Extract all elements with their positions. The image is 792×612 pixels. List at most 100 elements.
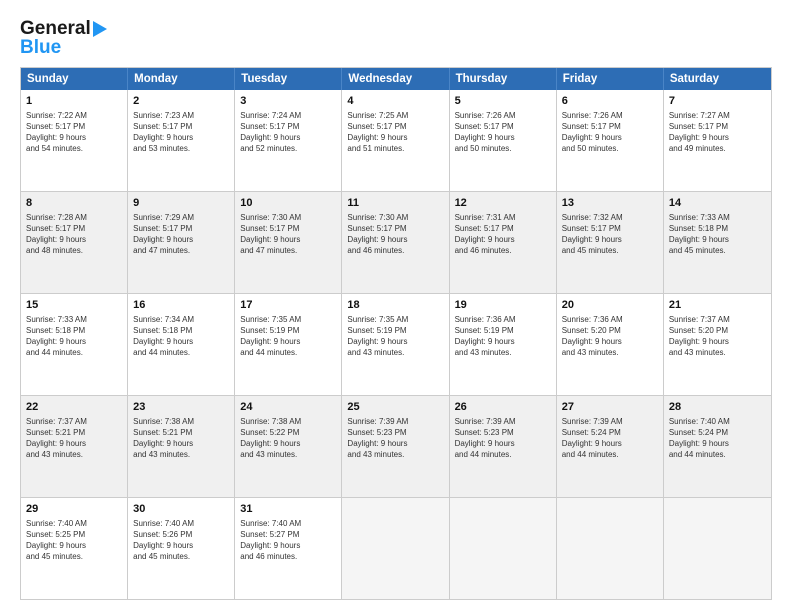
header-day-monday: Monday bbox=[128, 68, 235, 90]
day-info: Sunrise: 7:30 AM Sunset: 5:17 PM Dayligh… bbox=[347, 212, 443, 257]
day-info: Sunrise: 7:37 AM Sunset: 5:20 PM Dayligh… bbox=[669, 314, 766, 359]
day-info: Sunrise: 7:38 AM Sunset: 5:22 PM Dayligh… bbox=[240, 416, 336, 461]
day-number: 22 bbox=[26, 400, 122, 415]
week-row-3: 15Sunrise: 7:33 AM Sunset: 5:18 PM Dayli… bbox=[21, 294, 771, 396]
day-cell-7: 7Sunrise: 7:27 AM Sunset: 5:17 PM Daylig… bbox=[664, 90, 771, 191]
day-cell-3: 3Sunrise: 7:24 AM Sunset: 5:17 PM Daylig… bbox=[235, 90, 342, 191]
day-cell-19: 19Sunrise: 7:36 AM Sunset: 5:19 PM Dayli… bbox=[450, 294, 557, 395]
day-info: Sunrise: 7:40 AM Sunset: 5:26 PM Dayligh… bbox=[133, 518, 229, 563]
day-number: 25 bbox=[347, 400, 443, 415]
day-info: Sunrise: 7:31 AM Sunset: 5:17 PM Dayligh… bbox=[455, 212, 551, 257]
day-info: Sunrise: 7:32 AM Sunset: 5:17 PM Dayligh… bbox=[562, 212, 658, 257]
day-info: Sunrise: 7:36 AM Sunset: 5:20 PM Dayligh… bbox=[562, 314, 658, 359]
day-number: 9 bbox=[133, 196, 229, 211]
day-number: 26 bbox=[455, 400, 551, 415]
day-number: 12 bbox=[455, 196, 551, 211]
day-info: Sunrise: 7:26 AM Sunset: 5:17 PM Dayligh… bbox=[455, 110, 551, 155]
day-number: 17 bbox=[240, 298, 336, 313]
header-day-saturday: Saturday bbox=[664, 68, 771, 90]
calendar-header: SundayMondayTuesdayWednesdayThursdayFrid… bbox=[21, 68, 771, 90]
day-cell-12: 12Sunrise: 7:31 AM Sunset: 5:17 PM Dayli… bbox=[450, 192, 557, 293]
day-number: 23 bbox=[133, 400, 229, 415]
day-info: Sunrise: 7:29 AM Sunset: 5:17 PM Dayligh… bbox=[133, 212, 229, 257]
day-number: 27 bbox=[562, 400, 658, 415]
day-cell-29: 29Sunrise: 7:40 AM Sunset: 5:25 PM Dayli… bbox=[21, 498, 128, 599]
day-number: 3 bbox=[240, 94, 336, 109]
day-number: 2 bbox=[133, 94, 229, 109]
day-cell-1: 1Sunrise: 7:22 AM Sunset: 5:17 PM Daylig… bbox=[21, 90, 128, 191]
day-info: Sunrise: 7:39 AM Sunset: 5:24 PM Dayligh… bbox=[562, 416, 658, 461]
day-info: Sunrise: 7:27 AM Sunset: 5:17 PM Dayligh… bbox=[669, 110, 766, 155]
day-number: 7 bbox=[669, 94, 766, 109]
day-info: Sunrise: 7:38 AM Sunset: 5:21 PM Dayligh… bbox=[133, 416, 229, 461]
day-number: 30 bbox=[133, 502, 229, 517]
week-row-2: 8Sunrise: 7:28 AM Sunset: 5:17 PM Daylig… bbox=[21, 192, 771, 294]
day-cell-13: 13Sunrise: 7:32 AM Sunset: 5:17 PM Dayli… bbox=[557, 192, 664, 293]
header-day-tuesday: Tuesday bbox=[235, 68, 342, 90]
day-info: Sunrise: 7:22 AM Sunset: 5:17 PM Dayligh… bbox=[26, 110, 122, 155]
day-number: 13 bbox=[562, 196, 658, 211]
day-number: 1 bbox=[26, 94, 122, 109]
week-row-1: 1Sunrise: 7:22 AM Sunset: 5:17 PM Daylig… bbox=[21, 90, 771, 192]
day-cell-5: 5Sunrise: 7:26 AM Sunset: 5:17 PM Daylig… bbox=[450, 90, 557, 191]
day-number: 29 bbox=[26, 502, 122, 517]
day-number: 19 bbox=[455, 298, 551, 313]
day-cell-27: 27Sunrise: 7:39 AM Sunset: 5:24 PM Dayli… bbox=[557, 396, 664, 497]
calendar: SundayMondayTuesdayWednesdayThursdayFrid… bbox=[20, 67, 772, 600]
empty-cell bbox=[342, 498, 449, 599]
day-cell-23: 23Sunrise: 7:38 AM Sunset: 5:21 PM Dayli… bbox=[128, 396, 235, 497]
header-day-wednesday: Wednesday bbox=[342, 68, 449, 90]
day-cell-30: 30Sunrise: 7:40 AM Sunset: 5:26 PM Dayli… bbox=[128, 498, 235, 599]
day-cell-26: 26Sunrise: 7:39 AM Sunset: 5:23 PM Dayli… bbox=[450, 396, 557, 497]
day-info: Sunrise: 7:37 AM Sunset: 5:21 PM Dayligh… bbox=[26, 416, 122, 461]
day-info: Sunrise: 7:26 AM Sunset: 5:17 PM Dayligh… bbox=[562, 110, 658, 155]
day-number: 20 bbox=[562, 298, 658, 313]
day-number: 6 bbox=[562, 94, 658, 109]
day-info: Sunrise: 7:30 AM Sunset: 5:17 PM Dayligh… bbox=[240, 212, 336, 257]
day-info: Sunrise: 7:33 AM Sunset: 5:18 PM Dayligh… bbox=[669, 212, 766, 257]
day-cell-6: 6Sunrise: 7:26 AM Sunset: 5:17 PM Daylig… bbox=[557, 90, 664, 191]
day-cell-20: 20Sunrise: 7:36 AM Sunset: 5:20 PM Dayli… bbox=[557, 294, 664, 395]
day-cell-16: 16Sunrise: 7:34 AM Sunset: 5:18 PM Dayli… bbox=[128, 294, 235, 395]
day-info: Sunrise: 7:23 AM Sunset: 5:17 PM Dayligh… bbox=[133, 110, 229, 155]
day-number: 11 bbox=[347, 196, 443, 211]
day-info: Sunrise: 7:36 AM Sunset: 5:19 PM Dayligh… bbox=[455, 314, 551, 359]
day-number: 16 bbox=[133, 298, 229, 313]
day-cell-9: 9Sunrise: 7:29 AM Sunset: 5:17 PM Daylig… bbox=[128, 192, 235, 293]
day-info: Sunrise: 7:39 AM Sunset: 5:23 PM Dayligh… bbox=[347, 416, 443, 461]
empty-cell bbox=[557, 498, 664, 599]
day-info: Sunrise: 7:28 AM Sunset: 5:17 PM Dayligh… bbox=[26, 212, 122, 257]
day-number: 10 bbox=[240, 196, 336, 211]
day-info: Sunrise: 7:40 AM Sunset: 5:25 PM Dayligh… bbox=[26, 518, 122, 563]
day-cell-18: 18Sunrise: 7:35 AM Sunset: 5:19 PM Dayli… bbox=[342, 294, 449, 395]
day-number: 24 bbox=[240, 400, 336, 415]
day-cell-31: 31Sunrise: 7:40 AM Sunset: 5:27 PM Dayli… bbox=[235, 498, 342, 599]
header-day-friday: Friday bbox=[557, 68, 664, 90]
day-number: 21 bbox=[669, 298, 766, 313]
day-cell-17: 17Sunrise: 7:35 AM Sunset: 5:19 PM Dayli… bbox=[235, 294, 342, 395]
logo-blue: Blue bbox=[20, 37, 61, 59]
day-cell-24: 24Sunrise: 7:38 AM Sunset: 5:22 PM Dayli… bbox=[235, 396, 342, 497]
day-info: Sunrise: 7:25 AM Sunset: 5:17 PM Dayligh… bbox=[347, 110, 443, 155]
day-info: Sunrise: 7:40 AM Sunset: 5:27 PM Dayligh… bbox=[240, 518, 336, 563]
day-info: Sunrise: 7:24 AM Sunset: 5:17 PM Dayligh… bbox=[240, 110, 336, 155]
day-info: Sunrise: 7:35 AM Sunset: 5:19 PM Dayligh… bbox=[240, 314, 336, 359]
day-cell-15: 15Sunrise: 7:33 AM Sunset: 5:18 PM Dayli… bbox=[21, 294, 128, 395]
empty-cell bbox=[450, 498, 557, 599]
week-row-4: 22Sunrise: 7:37 AM Sunset: 5:21 PM Dayli… bbox=[21, 396, 771, 498]
day-info: Sunrise: 7:40 AM Sunset: 5:24 PM Dayligh… bbox=[669, 416, 766, 461]
day-number: 18 bbox=[347, 298, 443, 313]
day-info: Sunrise: 7:34 AM Sunset: 5:18 PM Dayligh… bbox=[133, 314, 229, 359]
day-cell-28: 28Sunrise: 7:40 AM Sunset: 5:24 PM Dayli… bbox=[664, 396, 771, 497]
day-number: 15 bbox=[26, 298, 122, 313]
day-info: Sunrise: 7:33 AM Sunset: 5:18 PM Dayligh… bbox=[26, 314, 122, 359]
empty-cell bbox=[664, 498, 771, 599]
day-cell-2: 2Sunrise: 7:23 AM Sunset: 5:17 PM Daylig… bbox=[128, 90, 235, 191]
week-row-5: 29Sunrise: 7:40 AM Sunset: 5:25 PM Dayli… bbox=[21, 498, 771, 599]
day-cell-4: 4Sunrise: 7:25 AM Sunset: 5:17 PM Daylig… bbox=[342, 90, 449, 191]
day-cell-8: 8Sunrise: 7:28 AM Sunset: 5:17 PM Daylig… bbox=[21, 192, 128, 293]
header: General Blue bbox=[20, 18, 772, 59]
day-cell-10: 10Sunrise: 7:30 AM Sunset: 5:17 PM Dayli… bbox=[235, 192, 342, 293]
header-day-sunday: Sunday bbox=[21, 68, 128, 90]
logo-arrow-icon bbox=[93, 21, 107, 37]
